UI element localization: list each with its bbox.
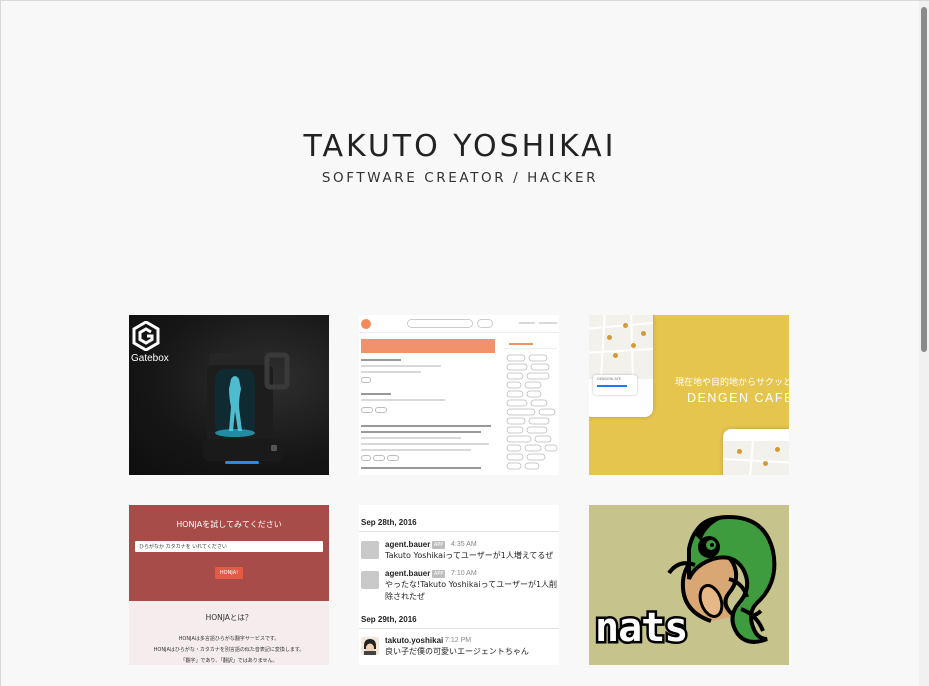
map-pin-icon <box>607 335 612 340</box>
qa-tag-icon <box>361 455 371 461</box>
project-tile-honja[interactable]: HONJAを試してみてください ひらがなか カタカナを いれてください HONJ… <box>129 505 329 665</box>
slack-date: Sep 29th, 2016 <box>361 615 417 624</box>
map-pin-icon <box>613 353 618 358</box>
qa-tag-cloud <box>506 354 558 470</box>
qa-post-line <box>361 359 401 361</box>
qa-tag-icon <box>387 455 399 461</box>
qa-category-bar <box>361 339 495 353</box>
qa-search-button-icon <box>477 319 493 328</box>
honja-input: ひらがなか カタカナを いれてください <box>135 541 323 552</box>
slack-date: Sep 28th, 2016 <box>361 518 417 527</box>
map-pin-icon <box>631 343 636 348</box>
dengen-phone-secondary <box>723 429 789 475</box>
project-tile-slack-bot[interactable]: Sep 28th, 2016 agent.bauer APP 4:35 AM T… <box>359 505 559 665</box>
honja-about-line: HONJAはひらがな・カタカナを別言語の似た音表記に変換します。 <box>153 647 305 653</box>
qa-post-line <box>361 425 491 427</box>
page-scrollbar[interactable] <box>919 1 929 686</box>
qa-post-line <box>361 449 471 451</box>
qa-nav-line <box>519 322 535 324</box>
slack-message: 良い子だ僕の可愛いエージェントちゃん <box>385 647 529 656</box>
slack-divider <box>359 531 559 532</box>
scrollbar-thumb[interactable] <box>921 7 927 352</box>
dengen-map-2 <box>723 440 789 475</box>
slack-username: takuto.yoshikai <box>385 636 444 645</box>
slack-app-badge: APP <box>432 541 446 549</box>
map-pin-icon <box>737 449 742 454</box>
qa-tag-icon <box>373 455 385 461</box>
slack-time: 7:12 PM <box>445 637 472 644</box>
qa-post-line <box>361 437 461 439</box>
slack-time: 7:10 AM <box>451 570 477 577</box>
gatebox-logo-icon <box>132 321 160 351</box>
site-subtitle: SOFTWARE CREATOR / HACKER <box>321 170 599 186</box>
honja-about-title: HONJAとは？ <box>205 613 253 622</box>
project-tile-dengen-cafe[interactable]: DENGENCAFE 現在地や目的地からサクッと探せる DENGEN CAFE <box>589 315 789 475</box>
qa-logo-icon <box>361 319 371 329</box>
qa-search-icon <box>407 319 473 328</box>
honja-hero: HONJAを試してみてください ひらがなか カタカナを いれてください HONJ… <box>129 505 329 601</box>
project-tile-gatebox[interactable]: Gatebox <box>129 315 329 475</box>
map-pin-icon <box>623 323 628 328</box>
slack-message: Takuto Yoshikaiってユーザーが1人増えてるぜ <box>385 551 554 560</box>
bot-avatar-icon <box>361 571 379 589</box>
project-tile-nats[interactable]: nats <box>589 505 789 665</box>
dengen-tagline: 現在地や目的地からサクッと探せる <box>675 378 789 388</box>
qa-post-line <box>361 467 481 469</box>
bot-avatar-icon <box>361 541 379 559</box>
qa-tag-icon <box>361 377 371 383</box>
qa-tag-icon <box>361 407 373 413</box>
qa-sidebar-title <box>509 343 533 345</box>
nats-logo-text: nats <box>592 603 690 654</box>
honja-about-line: HONJAは多言語ひらがな翻字サービスです。 <box>178 636 280 642</box>
qa-post-line <box>361 431 481 433</box>
honja-title: HONJAを試してみてください <box>176 520 282 529</box>
qa-post-line <box>361 365 441 367</box>
qa-post-line <box>361 399 445 401</box>
user-avatar-icon <box>361 637 379 655</box>
dengen-card: DENGENCAFE <box>593 375 637 395</box>
slack-divider <box>359 628 559 629</box>
gatebox-logo-text: Gatebox <box>131 353 169 364</box>
slack-time: 4:35 AM <box>451 541 477 548</box>
project-tile-qa-site[interactable] <box>359 315 559 475</box>
site-title: TAKUTO YOSHIKAI <box>303 129 617 164</box>
dengen-map <box>589 315 653 380</box>
slack-message-line: 除されたぜ <box>385 592 425 601</box>
qa-post-line <box>361 371 421 373</box>
qa-tag-icon <box>375 407 387 413</box>
site-header: TAKUTO YOSHIKAI SOFTWARE CREATOR / HACKE… <box>1 129 919 186</box>
slack-username: agent.bauer <box>385 569 431 578</box>
dengen-card-label: DENGENCAFE <box>597 377 622 381</box>
slack-username: agent.bauer <box>385 540 431 549</box>
dengen-logo-text: DENGEN CAFE <box>687 391 789 405</box>
qa-nav-line <box>539 322 557 324</box>
slack-message-line: やったな!Takuto Yoshikaiってユーザーが1人削 <box>385 580 558 589</box>
gatebox-device-image <box>203 352 290 464</box>
dengen-phone-main: DENGENCAFE <box>589 315 653 417</box>
map-pin-icon <box>763 461 768 466</box>
honja-button: HONJA! <box>215 567 243 579</box>
qa-sidebar-head <box>505 339 557 349</box>
honja-about-line: 「翻字」であり、「翻訳」ではありません。 <box>180 658 278 664</box>
slack-app-badge: APP <box>432 570 446 578</box>
dengen-card-bar <box>597 385 627 387</box>
user-face-icon <box>364 639 376 655</box>
map-roads-icon <box>723 440 789 475</box>
gatebox-logo: Gatebox <box>131 321 169 364</box>
qa-post-line <box>361 393 391 395</box>
map-roads-icon <box>589 315 653 380</box>
qa-post-line <box>361 443 489 445</box>
qa-header <box>359 315 559 333</box>
map-pin-icon <box>641 331 646 336</box>
map-pin-icon <box>775 447 780 452</box>
